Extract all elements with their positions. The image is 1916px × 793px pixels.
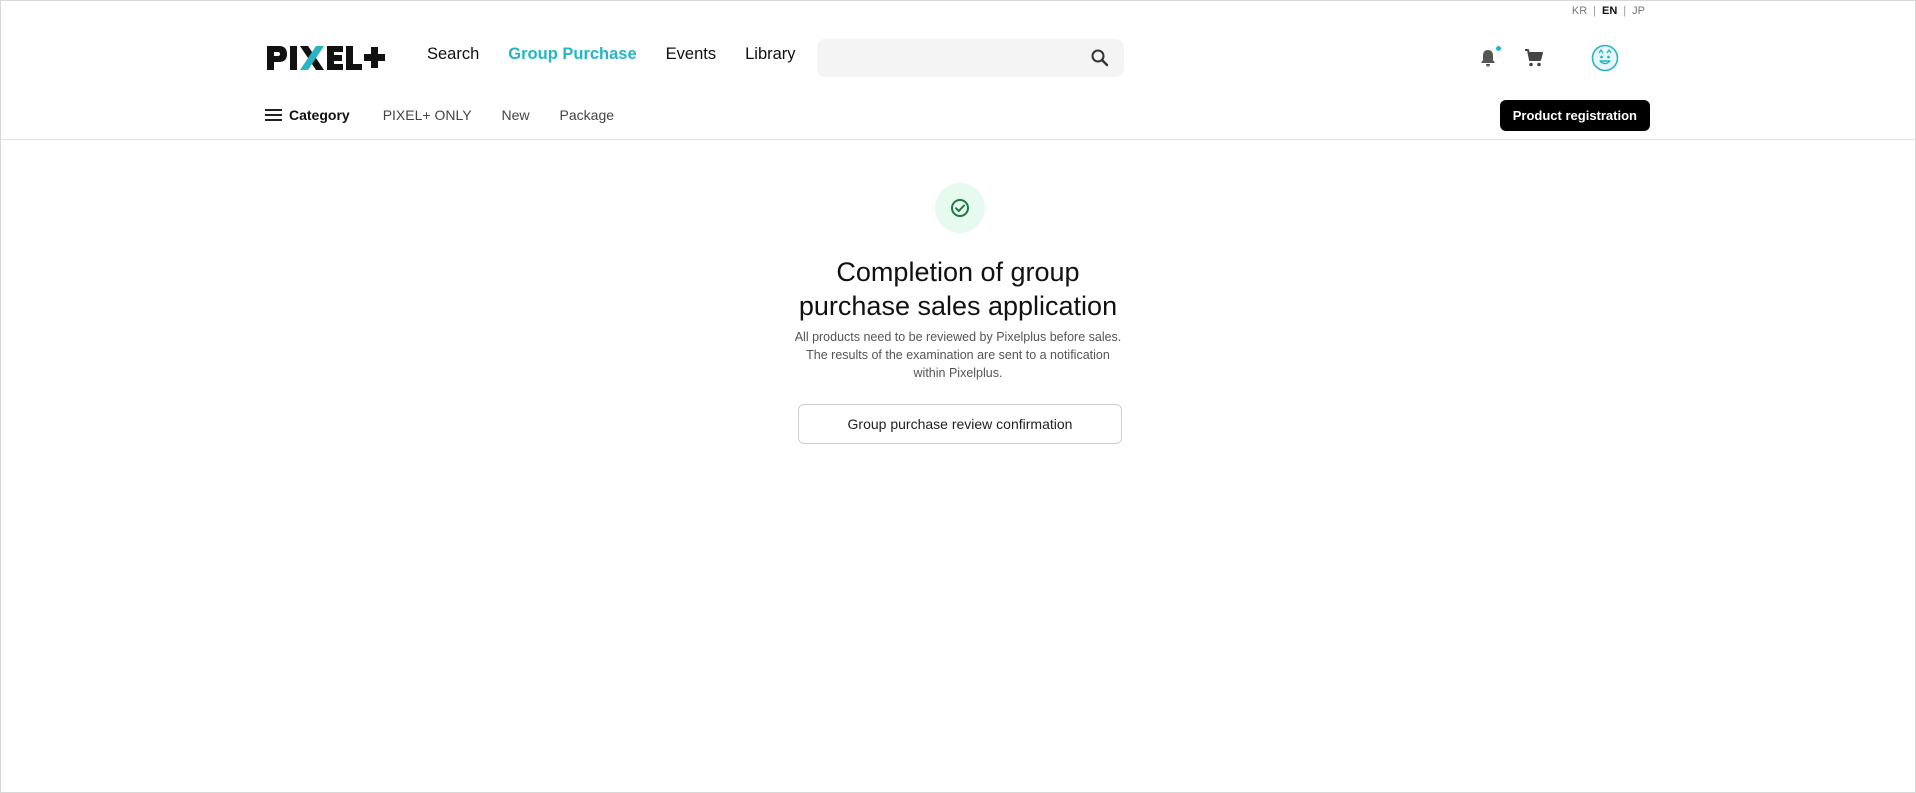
- search-icon[interactable]: [1090, 48, 1110, 68]
- hamburger-menu-icon: [265, 109, 282, 121]
- avatar-icon: [1591, 44, 1619, 72]
- description-line: The results of the examination are sent …: [806, 348, 1110, 380]
- cart-button[interactable]: [1521, 45, 1547, 71]
- nav-group-purchase[interactable]: Group Purchase: [508, 45, 636, 64]
- notification-button[interactable]: [1475, 45, 1501, 71]
- nav-events[interactable]: Events: [666, 45, 716, 64]
- site-header: Search Group Purchase Events Library Cat…: [1, 1, 1915, 140]
- user-avatar[interactable]: [1591, 44, 1619, 72]
- sub-nav-new[interactable]: New: [502, 107, 530, 123]
- completion-panel: Completion of group purchase sales appli…: [1, 141, 1915, 444]
- sub-nav-package[interactable]: Package: [560, 107, 614, 123]
- logo-mark: [267, 46, 385, 70]
- completion-description: All products need to be reviewed by Pixe…: [793, 328, 1123, 382]
- nav-search[interactable]: Search: [427, 45, 479, 64]
- bell-icon: [1481, 50, 1495, 67]
- nav-library[interactable]: Library: [745, 45, 795, 64]
- sub-nav-pixelplus-only[interactable]: PIXEL+ ONLY: [383, 107, 472, 123]
- notification-dot: [1496, 46, 1501, 51]
- pixelplus-logo[interactable]: [267, 43, 397, 73]
- cart-icon: [1525, 49, 1543, 67]
- check-circle-icon: [951, 199, 969, 217]
- success-badge: [935, 183, 985, 233]
- search-input[interactable]: [817, 39, 1077, 77]
- search-box: [817, 39, 1124, 77]
- category-label: Category: [289, 107, 350, 123]
- description-line: All products need to be reviewed by Pixe…: [794, 330, 1122, 344]
- completion-title: Completion of group purchase sales appli…: [798, 257, 1118, 321]
- category-menu-button[interactable]: Category: [265, 107, 350, 123]
- sub-nav: Category PIXEL+ ONLY New Package: [265, 107, 644, 123]
- header-icons: [1475, 44, 1619, 72]
- main-nav: Search Group Purchase Events Library: [427, 45, 796, 64]
- review-confirmation-button[interactable]: Group purchase review confirmation: [798, 404, 1122, 444]
- product-registration-button[interactable]: Product registration: [1499, 100, 1650, 131]
